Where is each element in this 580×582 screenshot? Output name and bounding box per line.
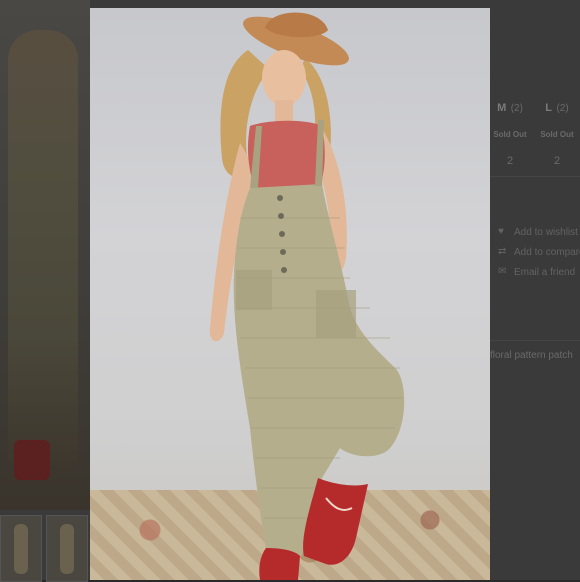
action-label: Add to compare bbox=[514, 246, 580, 258]
size-quantity: 2 bbox=[506, 155, 514, 167]
envelope-icon: ✉ bbox=[498, 266, 507, 277]
divider bbox=[490, 176, 580, 177]
heart-icon: ♥ bbox=[498, 226, 504, 237]
email-a-friend-link[interactable]: ✉ Email a friend bbox=[498, 262, 580, 282]
add-to-wishlist-link[interactable]: ♥ Add to wishlist bbox=[498, 222, 580, 242]
model-photo bbox=[209, 12, 405, 580]
background-model-figure bbox=[8, 30, 78, 470]
size-status: Sold Out bbox=[540, 130, 574, 139]
action-label: Add to wishlist bbox=[514, 226, 578, 238]
thumbnail[interactable] bbox=[0, 515, 42, 582]
size-label: L bbox=[545, 102, 553, 114]
size-count: (2) bbox=[556, 103, 569, 114]
size-quantity: 2 bbox=[553, 155, 561, 167]
product-description-snippet: floral pattern patch bbox=[490, 350, 573, 361]
size-option-m[interactable]: M (2) Sold Out 2 bbox=[490, 98, 530, 167]
product-photo-lightbox[interactable] bbox=[90, 8, 490, 580]
thumbnail-strip bbox=[0, 515, 90, 582]
thumbnail[interactable] bbox=[46, 515, 88, 582]
size-option-l[interactable]: L (2) Sold Out 2 bbox=[537, 98, 577, 167]
action-label: Email a friend bbox=[514, 266, 576, 278]
thumbnail-figure bbox=[14, 524, 28, 574]
product-details-panel: M (2) Sold Out 2 L (2) Sold Out 2 ♥ Add … bbox=[490, 0, 580, 580]
size-status: Sold Out bbox=[493, 130, 527, 139]
size-count: (2) bbox=[510, 103, 523, 114]
compare-icon: ⇄ bbox=[498, 246, 507, 257]
background-product-image bbox=[0, 0, 90, 510]
thumbnail-figure bbox=[60, 524, 74, 574]
divider bbox=[490, 340, 580, 341]
right-pocket bbox=[316, 290, 356, 338]
size-label: M bbox=[497, 102, 507, 114]
product-actions: ♥ Add to wishlist ⇄ Add to compare ✉ Ema… bbox=[498, 222, 580, 282]
add-to-compare-link[interactable]: ⇄ Add to compare bbox=[498, 242, 580, 262]
left-pocket bbox=[236, 270, 272, 310]
face bbox=[262, 50, 306, 106]
left-boot bbox=[259, 548, 300, 580]
background-boot bbox=[14, 440, 50, 480]
